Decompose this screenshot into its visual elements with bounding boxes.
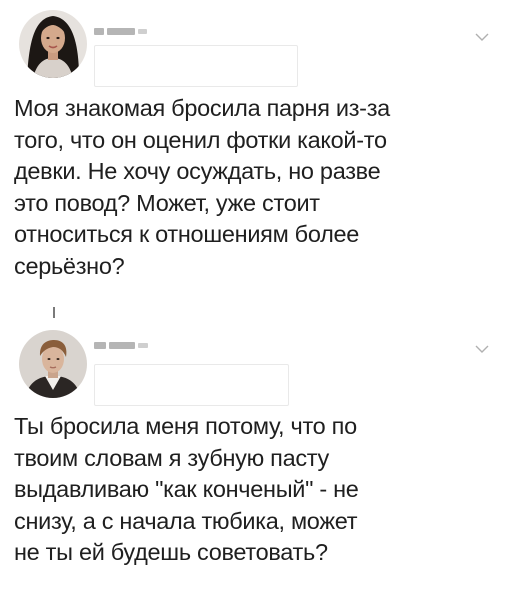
- text-line: не ты ей будешь советовать?: [14, 539, 328, 565]
- text-line: Моя знакомая бросила парня из-за: [14, 95, 390, 121]
- text-line: это повод? Может, уже стоит: [14, 189, 320, 216]
- tweet-text: Моя знакомая бросила парня из-за того, ч…: [14, 93, 508, 282]
- text-line: выдавливаю "как конченый" - не: [14, 476, 359, 502]
- chevron-down-icon[interactable]: [474, 342, 490, 354]
- text-line: снизу, а с начала тюбика, может: [14, 507, 358, 534]
- text-line: девки. Не хочу осуждать, но разве: [14, 158, 381, 184]
- redacted-handle-box: [94, 364, 289, 406]
- avatar-woman[interactable]: [19, 10, 87, 78]
- redacted-display-name[interactable]: [94, 24, 158, 38]
- text-line: серьёзно?: [14, 252, 125, 279]
- text-line: твоим словам я зубную пасту: [14, 444, 329, 471]
- chevron-down-icon[interactable]: [474, 30, 490, 42]
- text-line: Ты бросила меня потому, что по: [14, 413, 357, 439]
- redacted-handle-box: [94, 45, 298, 87]
- text-line: относиться к отношениям более: [14, 221, 360, 247]
- redacted-display-name[interactable]: [94, 338, 158, 352]
- tweet-1: Моя знакомая бросила парня из-за того, ч…: [0, 0, 512, 318]
- tweet-text: Ты бросила меня потому, что по твоим сло…: [14, 411, 508, 569]
- thread-connector-line: [53, 307, 55, 318]
- tweet-2: Ты бросила меня потому, что по твоим сло…: [0, 307, 512, 604]
- avatar-man[interactable]: [19, 330, 87, 398]
- text-line: того, что он оценил фотки какой-то: [14, 126, 387, 153]
